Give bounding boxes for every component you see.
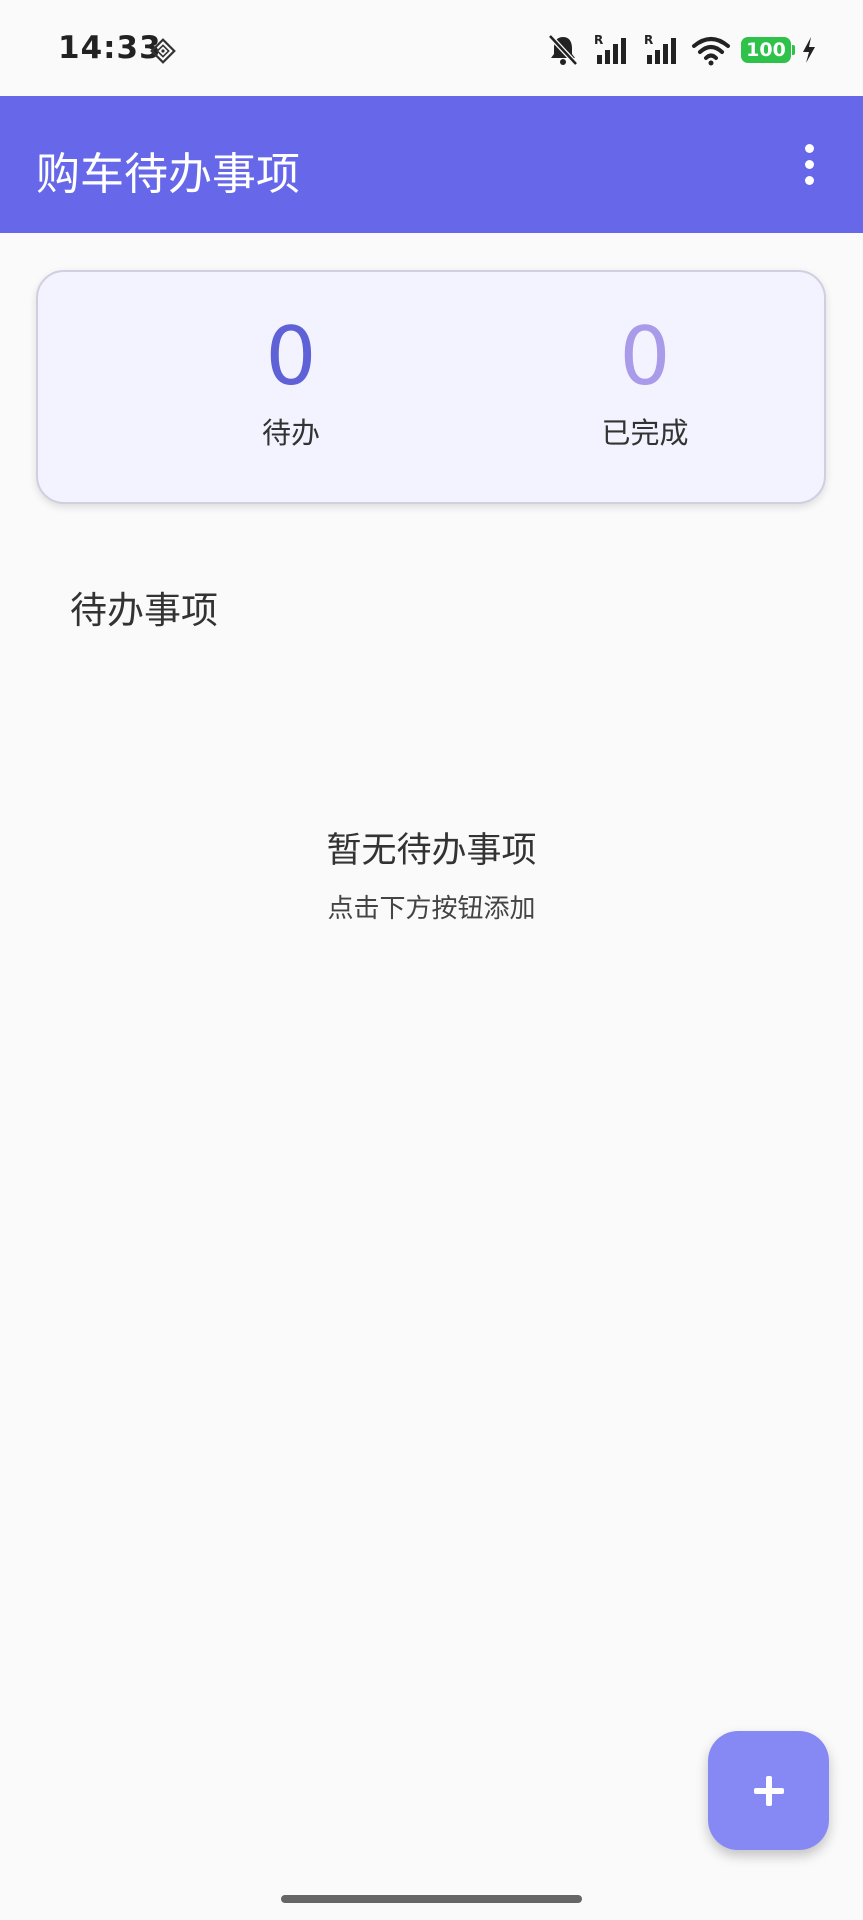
pending-count: 0 (265, 310, 317, 403)
app-bar: 购车待办事项 (0, 96, 863, 233)
signal-label: R (594, 33, 603, 47)
pending-label: 待办 (261, 416, 320, 450)
empty-state-title: 暂无待办事项 (326, 831, 537, 871)
signal-label: R (644, 33, 653, 47)
empty-state-subtitle: 点击下方按钮添加 (327, 894, 536, 924)
status-time: 14:33 (58, 30, 162, 66)
diamond-icon (150, 38, 176, 64)
more-vert-icon-dot (805, 160, 814, 169)
signal-icon: R (644, 33, 676, 64)
status-bar: 14:33 R R 100 (0, 0, 863, 96)
app-title: 购车待办事项 (36, 149, 300, 200)
plus-icon (753, 1775, 784, 1806)
wifi-icon (692, 37, 730, 66)
bell-off-icon (548, 34, 578, 66)
battery-icon: 100 (741, 37, 795, 63)
charging-bolt-icon (803, 37, 815, 63)
battery-level: 100 (746, 39, 786, 61)
section-title: 待办事项 (70, 589, 218, 632)
pending-stat: 0 待办 (191, 312, 391, 452)
more-vert-icon-dot (805, 176, 814, 185)
stats-card: 0 待办 0 已完成 (36, 270, 826, 504)
completed-stat: 0 已完成 (545, 312, 745, 452)
more-vert-icon (805, 144, 814, 153)
completed-count: 0 (619, 310, 671, 403)
app-screen: 14:33 R R 100 购车待办事项 0 待办 0 已完成 待办事项 暂无待… (0, 0, 863, 1920)
status-icons: R R 100 (545, 32, 817, 68)
gesture-navigation-bar[interactable] (281, 1895, 582, 1903)
signal-icon: R (594, 33, 626, 64)
add-todo-button[interactable] (708, 1731, 829, 1850)
more-options-button[interactable] (781, 132, 837, 196)
completed-label: 已完成 (601, 416, 689, 450)
